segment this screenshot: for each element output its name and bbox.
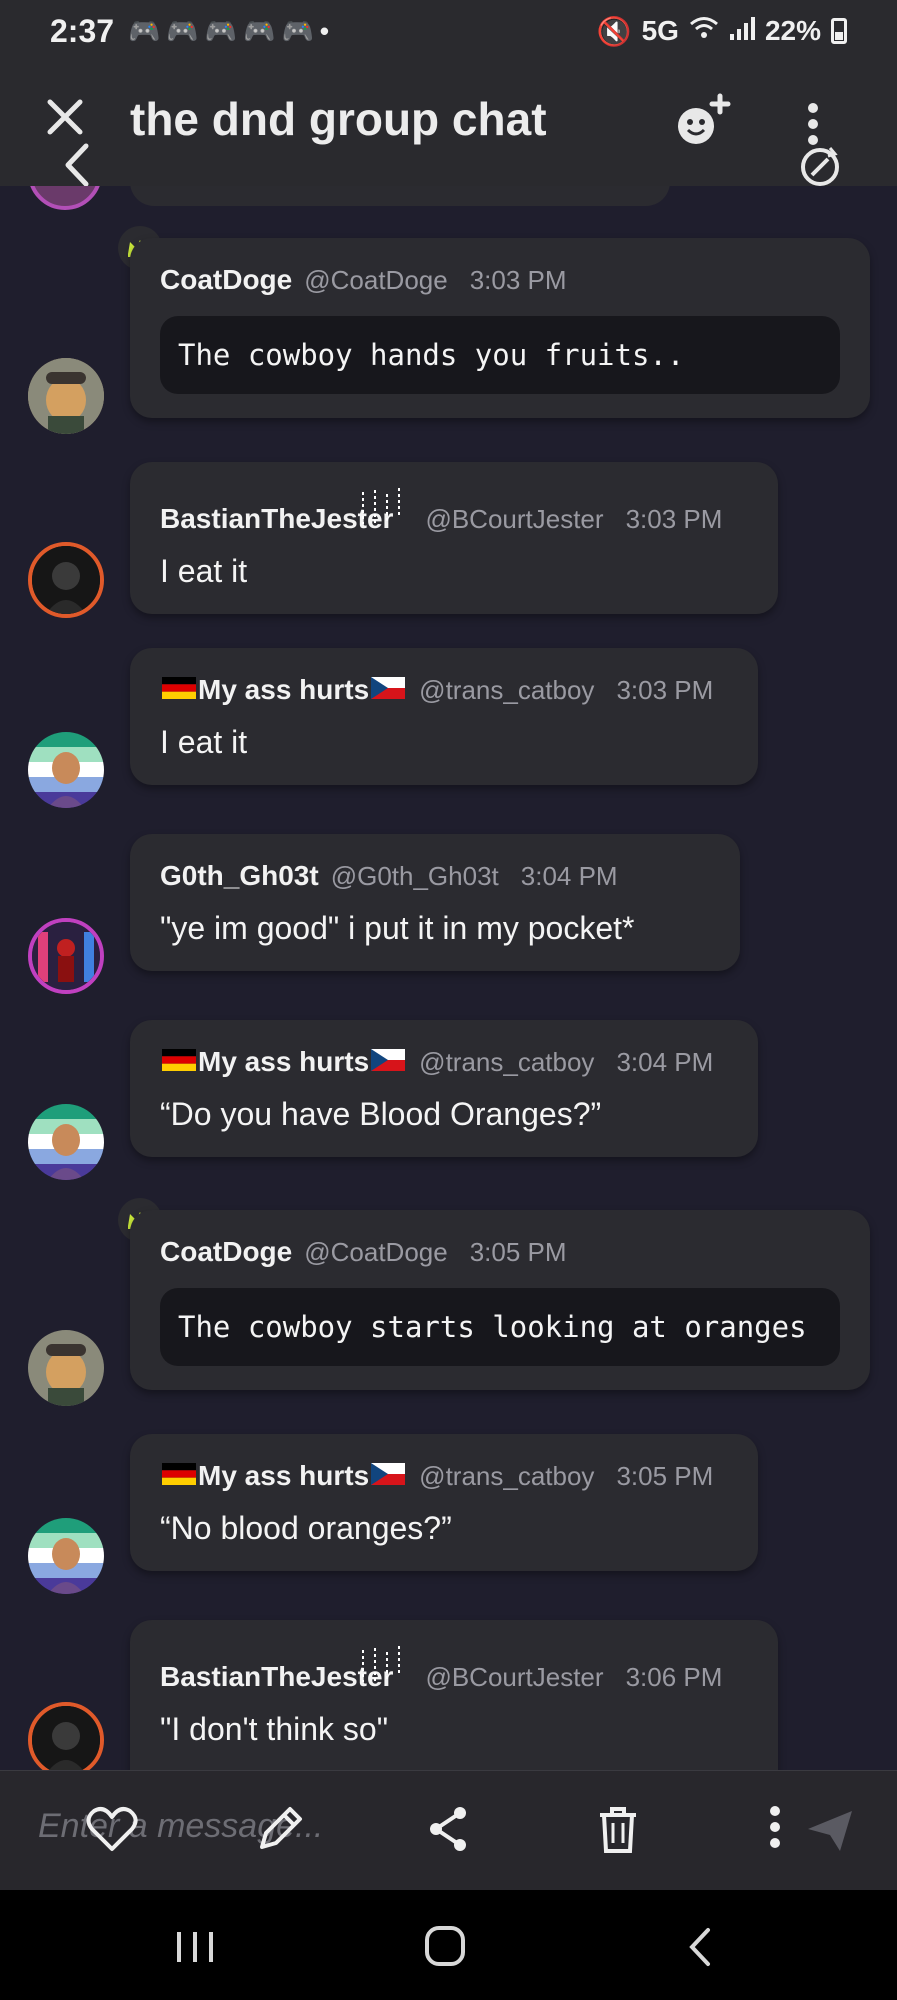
message-bubble[interactable]: G0th_Gh03t @G0th_Gh03t 3:04 PM "ye im go… (130, 834, 740, 971)
message-bubble[interactable] (130, 186, 670, 206)
user-handle: @CoatDoge (304, 1237, 448, 1267)
message-meta: BastianTheJester @BCourtJester 3:06 PM (160, 1646, 748, 1693)
timestamp: 3:04 PM (520, 861, 618, 891)
timestamp: 3:05 PM (469, 1237, 567, 1267)
system-nav-bar (0, 1890, 897, 2000)
timestamp: 3:05 PM (616, 1461, 714, 1491)
germany-flag-icon (162, 1049, 196, 1071)
message-meta: BastianTheJester @BCourtJester 3:03 PM (160, 488, 748, 535)
page-title: the dnd group chat (130, 93, 547, 145)
germany-flag-icon (162, 1463, 196, 1485)
more-vertical-icon[interactable] (760, 1799, 790, 1859)
trash-icon[interactable] (588, 1799, 648, 1859)
network-label: 5G (641, 15, 679, 46)
message-list[interactable]: CoatDoge @CoatDoge 3:03 PM The cowboy ha… (0, 186, 897, 1770)
game-controller-icon: 🎮 (166, 15, 199, 46)
username[interactable]: My ass hurts (198, 674, 369, 706)
message-text: "ye im good" i put it in my pocket* (160, 910, 635, 946)
user-handle: @G0th_Gh03t (330, 861, 499, 891)
battery-level: 22% (764, 15, 821, 46)
avatar[interactable] (28, 1518, 104, 1594)
wifi-icon (689, 15, 719, 48)
home-icon[interactable] (415, 1922, 475, 1972)
game-controller-icon: 🎮 (281, 15, 314, 46)
back-icon[interactable] (670, 1922, 730, 1972)
message-meta: My ass hurts @trans_catboy 3:04 PM (160, 1046, 728, 1078)
message-text: “Do you have Blood Oranges?” (160, 1096, 602, 1132)
avatar[interactable] (28, 186, 102, 210)
user-handle: @trans_catboy (419, 1461, 595, 1491)
back-icon[interactable] (58, 140, 98, 190)
username[interactable]: My ass hurts (198, 1046, 369, 1078)
game-controller-icon: 🎮 (128, 15, 161, 46)
timestamp: 3:04 PM (616, 1047, 714, 1077)
avatar[interactable] (28, 732, 104, 808)
message-text: I eat it (160, 724, 248, 760)
mute-icon: 🔇 (596, 15, 632, 47)
dot-icon: • (319, 15, 330, 46)
status-time: 2:37 (50, 12, 115, 49)
game-controller-icon: 🎮 (204, 15, 238, 46)
share-icon[interactable] (418, 1799, 478, 1859)
game-controller-icon: 🎮 (243, 15, 276, 46)
app-screen: 2:37 🎮 🎮 🎮 🎮 🎮 • 🔇 5G 22% the dnd group … (0, 0, 897, 2000)
message-bubble[interactable]: CoatDoge @CoatDoge 3:03 PM The cowboy ha… (130, 238, 870, 418)
message-meta: G0th_Gh03t @G0th_Gh03t 3:04 PM (160, 860, 710, 892)
message-bubble[interactable]: My ass hurts @trans_catboy 3:05 PM “No b… (130, 1434, 758, 1571)
sync-icon[interactable] (795, 142, 845, 192)
message-bubble[interactable]: CoatDoge @CoatDoge 3:05 PM The cowboy st… (130, 1210, 870, 1390)
heart-icon[interactable] (82, 1799, 142, 1859)
jester-decoration-icon (353, 488, 413, 528)
timestamp: 3:03 PM (469, 265, 567, 295)
close-icon[interactable] (40, 92, 90, 142)
username[interactable]: CoatDoge (160, 264, 292, 296)
user-handle: @trans_catboy (419, 675, 595, 705)
czech-flag-icon (371, 677, 406, 699)
message-text: "I don't think so" (160, 1711, 389, 1747)
message-meta: My ass hurts @trans_catboy 3:05 PM (160, 1460, 728, 1492)
message-bubble[interactable]: BastianTheJester @BCourtJester 3:06 PM "… (130, 1620, 778, 1770)
status-right: 🔇 5G 22% (597, 15, 847, 48)
chat-header: the dnd group chat (0, 62, 897, 187)
avatar[interactable] (28, 358, 104, 434)
avatar[interactable] (28, 1702, 104, 1770)
jester-decoration-icon (353, 1646, 413, 1686)
timestamp: 3:03 PM (616, 675, 714, 705)
edit-icon[interactable] (250, 1799, 310, 1859)
message-meta: CoatDoge @CoatDoge 3:05 PM (160, 1236, 840, 1268)
message-text: “No blood oranges?” (160, 1510, 452, 1546)
signal-icon (729, 15, 755, 47)
battery-icon (831, 18, 847, 44)
username[interactable]: CoatDoge (160, 1236, 292, 1268)
message-meta: CoatDoge @CoatDoge 3:03 PM (160, 264, 840, 296)
avatar[interactable] (28, 918, 104, 994)
username[interactable]: G0th_Gh03t (160, 860, 319, 892)
avatar[interactable] (28, 1104, 104, 1180)
user-handle: @BCourtJester (425, 504, 604, 534)
recents-icon[interactable] (165, 1922, 225, 1972)
user-handle: @CoatDoge (304, 265, 448, 295)
message-bubble[interactable]: My ass hurts @trans_catboy 3:04 PM “Do y… (130, 1020, 758, 1157)
germany-flag-icon (162, 677, 196, 699)
message-meta: My ass hurts @trans_catboy 3:03 PM (160, 674, 728, 706)
avatar[interactable] (28, 542, 104, 618)
user-handle: @trans_catboy (419, 1047, 595, 1077)
message-composer[interactable]: Enter a message... (0, 1770, 897, 1890)
notification-icons: 🎮 🎮 🎮 🎮 🎮 • (128, 16, 329, 47)
message-bubble[interactable]: BastianTheJester @BCourtJester 3:03 PM I… (130, 462, 778, 614)
message-text: I eat it (160, 553, 248, 589)
user-handle: @BCourtJester (425, 1662, 604, 1692)
code-block: The cowboy hands you fruits.. (160, 316, 840, 394)
code-block: The cowboy starts looking at oranges (160, 1288, 840, 1366)
czech-flag-icon (371, 1049, 406, 1071)
czech-flag-icon (371, 1463, 406, 1485)
status-bar: 2:37 🎮 🎮 🎮 🎮 🎮 • 🔇 5G 22% (0, 0, 897, 62)
add-emoji-icon[interactable] (670, 90, 734, 154)
timestamp: 3:03 PM (625, 504, 723, 534)
username[interactable]: My ass hurts (198, 1460, 369, 1492)
message-bubble[interactable]: My ass hurts @trans_catboy 3:03 PM I eat… (130, 648, 758, 785)
avatar[interactable] (28, 1330, 104, 1406)
timestamp: 3:06 PM (625, 1662, 723, 1692)
send-icon[interactable] (800, 1799, 860, 1859)
